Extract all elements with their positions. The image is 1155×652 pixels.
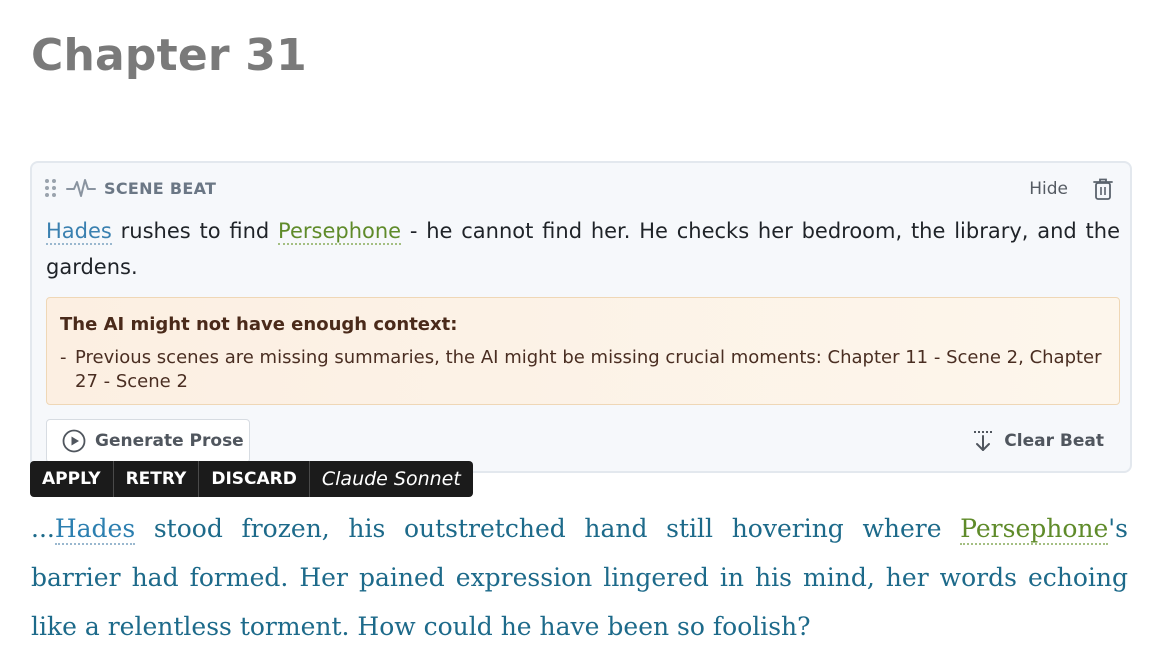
clear-beat-button[interactable]: Clear Beat (971, 429, 1104, 453)
hide-button[interactable]: Hide (1029, 179, 1068, 199)
warning-title: The AI might not have enough context: (60, 314, 458, 335)
entity-link-persephone[interactable]: Persephone (278, 219, 402, 245)
prose-prefix: ... (31, 514, 55, 543)
entity-link-hades[interactable]: Hades (46, 219, 112, 245)
discard-button[interactable]: DISCARD (199, 461, 310, 497)
pulse-icon (66, 177, 96, 199)
clear-beat-label: Clear Beat (1004, 431, 1104, 451)
chapter-title: Chapter 31 (31, 30, 307, 81)
warning-item-text: Previous scenes are missing summaries, t… (75, 347, 1102, 392)
trash-icon[interactable] (1092, 177, 1114, 201)
scene-beat-text-part: rushes to find (111, 219, 279, 243)
scene-beat-header: SCENE BEAT (44, 177, 216, 199)
prose-text-part: stood frozen, his outstretched hand stil… (135, 514, 961, 543)
generated-prose[interactable]: ...Hades stood frozen, his outstretched … (31, 504, 1128, 651)
clear-beat-icon (971, 429, 995, 453)
apply-button[interactable]: APPLY (30, 461, 114, 497)
model-selector[interactable]: Claude Sonnet (310, 461, 473, 497)
scene-beat-label: SCENE BEAT (104, 178, 217, 198)
scene-beat-text[interactable]: Hades rushes to find Persephone - he can… (46, 213, 1120, 285)
drag-handle-icon[interactable] (44, 177, 58, 199)
list-dash: - (60, 347, 67, 368)
generate-prose-label: Generate Prose (95, 431, 244, 451)
generate-prose-button[interactable]: Generate Prose (46, 419, 250, 463)
warning-list-item: - Previous scenes are missing summaries,… (60, 346, 1110, 394)
scene-beat-card: SCENE BEAT Hide Hades rushes to find Per… (30, 161, 1132, 473)
play-circle-icon (62, 429, 86, 453)
context-warning: The AI might not have enough context: - … (46, 297, 1120, 405)
entity-link-persephone[interactable]: Persephone (960, 514, 1109, 545)
ai-action-bar: APPLY RETRY DISCARD Claude Sonnet (30, 461, 473, 497)
entity-link-hades[interactable]: Hades (54, 514, 136, 545)
retry-button[interactable]: RETRY (114, 461, 200, 497)
